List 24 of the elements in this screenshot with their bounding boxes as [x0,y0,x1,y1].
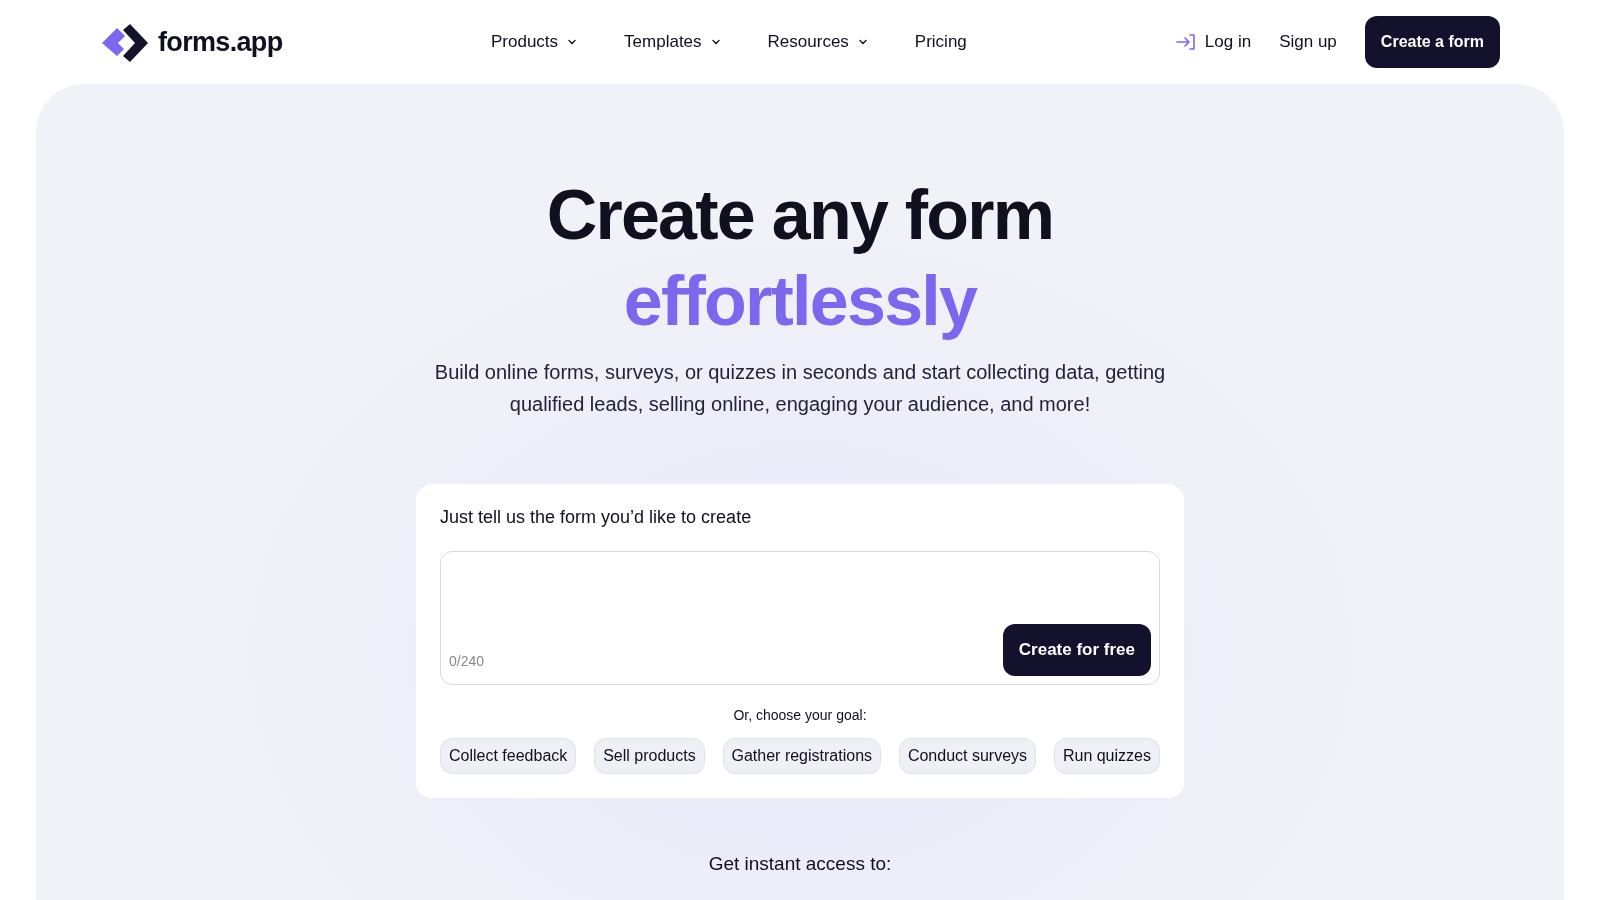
logo-icon [100,22,150,62]
hero-title-accent: effortlessly [623,261,977,342]
login-link[interactable]: Log in [1204,29,1252,55]
hero-title: Create any form [546,175,1054,256]
create-for-free-button[interactable]: Create for free [1002,624,1151,676]
nav-link[interactable]: Templates [624,29,722,55]
goal-chip[interactable]: Gather registrations [722,738,882,774]
nav-link[interactable]: Pricing [914,29,967,55]
hero-subtitle: Build online forms, surveys, or quizzes in seconds and start collecting data, getting qualified leads, selling online, engaging your audience, and more! [433,360,1167,417]
goal-chip[interactable]: Conduct surveys [898,738,1037,774]
nav-link[interactable]: Products [491,29,579,55]
logo-text: forms.app [158,25,283,59]
create-form-button[interactable]: Create a form [1364,16,1500,68]
login-icon [1174,32,1197,52]
goal-label: Or, choose your goal: [732,706,868,725]
goal-chip[interactable]: Sell products [594,738,705,774]
prompt-input[interactable]: 0/240 Create for free [440,551,1160,685]
nav-link[interactable]: Resources [767,29,869,55]
goal-chip[interactable]: Run quizzes [1053,738,1160,774]
prompt-label: Just tell us the form you’d like to create [440,506,753,529]
goal-chip[interactable]: Collect feedback [440,738,577,774]
character-counter: 0/240 [449,652,485,671]
signup-link[interactable]: Sign up [1279,29,1337,55]
access-heading: Get instant access to: [708,852,892,876]
